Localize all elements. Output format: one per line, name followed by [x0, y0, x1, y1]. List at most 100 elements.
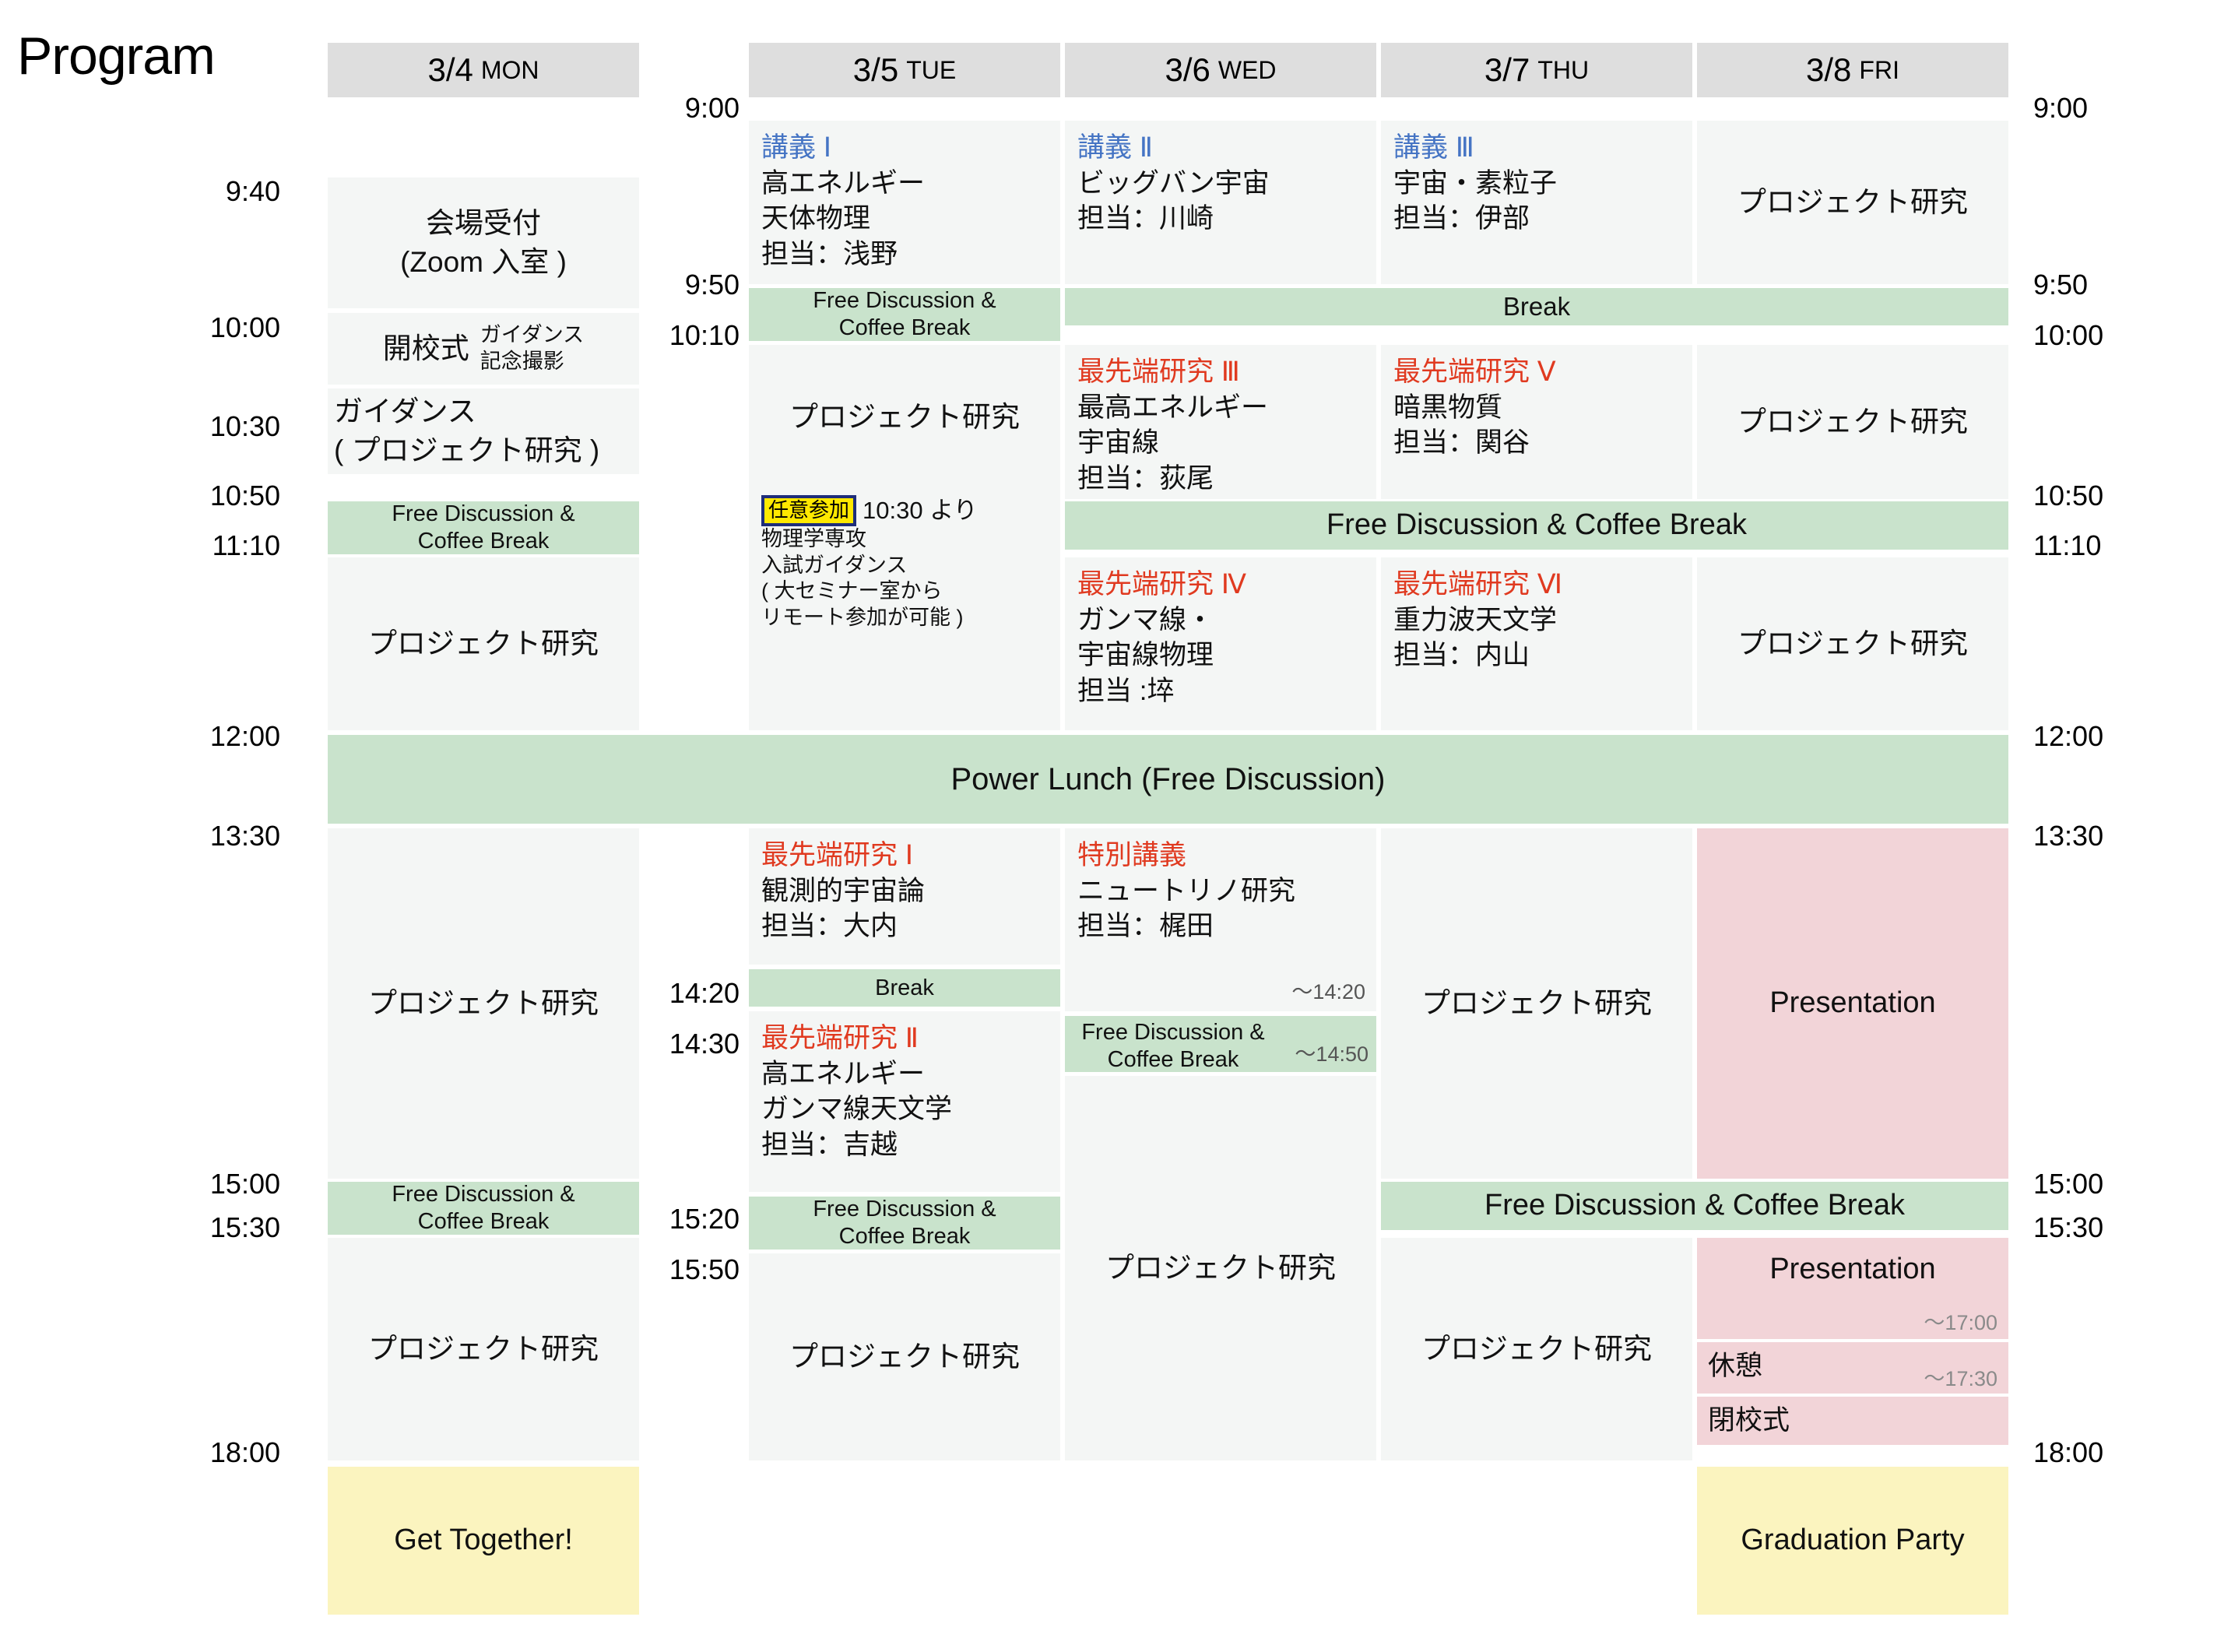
free-discussion-label: Free Discussion & Coffee Break	[1326, 508, 1747, 542]
schedule-cell-project-wed-pm[interactable]: プロジェクト研究	[1065, 1076, 1376, 1460]
break-label: Break	[1502, 292, 1571, 322]
schedule-cell-free-discussion-span-am[interactable]: Free Discussion & Coffee Break	[1065, 501, 2008, 550]
schedule-cell-project-tue-am[interactable]: プロジェクト研究 任意参加 10:30 より 物理学専攻 入試ガイダンス ( 大…	[749, 345, 1060, 730]
schedule-cell-project-fri-am3[interactable]: プロジェクト研究	[1697, 557, 2008, 730]
free-discussion-label: Free Discussion & Coffee Break	[1484, 1189, 1905, 1222]
schedule-cell-graduation-party[interactable]: Graduation Party	[1697, 1467, 2008, 1615]
project-label: プロジェクト研究	[789, 1341, 1020, 1373]
schedule-cell-project-fri-am2[interactable]: プロジェクト研究	[1697, 345, 2008, 499]
lecture-tag: 講義 Ⅱ	[1077, 132, 1153, 163]
project-label: プロジェクト研究	[368, 987, 599, 1020]
time-label-right: 9:50	[2033, 269, 2089, 301]
reception-line1: 会場受付	[426, 207, 541, 240]
advanced-tag: 最先端研究 Ⅴ	[1393, 357, 1556, 387]
schedule-cell-presentation-1[interactable]: Presentation	[1697, 828, 2008, 1179]
time-label-left: 12:00	[209, 720, 280, 752]
break-line1: Free Discussion &	[813, 288, 996, 314]
opening-label: 開校式	[382, 332, 469, 365]
time-label-right: 10:50	[2033, 480, 2104, 511]
day-weekday: WED	[1217, 55, 1277, 84]
schedule-cell-project-thu-pm1[interactable]: プロジェクト研究	[1381, 828, 1692, 1179]
project-label: プロジェクト研究	[1105, 1252, 1336, 1285]
schedule-cell-advanced-3[interactable]: 最先端研究 Ⅲ 最高エネルギー 宇宙線 担当：荻尾	[1065, 345, 1376, 499]
time-label-mid: 15:50	[669, 1253, 740, 1285]
schedule-cell-project-mon-pm1[interactable]: プロジェクト研究	[328, 828, 639, 1179]
day-weekday: FRI	[1859, 55, 1899, 84]
closing-label: 閉校式	[1708, 1405, 1790, 1436]
schedule-cell-lecture-2[interactable]: 講義 Ⅱ ビッグバン宇宙 担当：川崎	[1065, 121, 1376, 284]
project-label: プロジェクト研究	[368, 627, 599, 660]
schedule-cell-project-tue-pm[interactable]: プロジェクト研究	[749, 1253, 1060, 1460]
schedule-cell-project-thu-pm2[interactable]: プロジェクト研究	[1381, 1238, 1692, 1460]
get-together-label: Get Together!	[394, 1524, 573, 1557]
rest-end-time: 〜17:30	[1924, 1367, 1997, 1390]
break-label: Break	[875, 975, 934, 1000]
time-label-left: 10:30	[209, 410, 280, 442]
time-label-right: 10:00	[2033, 319, 2104, 351]
time-label-right: 15:00	[2033, 1168, 2104, 1200]
schedule-cell-project-mon-am[interactable]: プロジェクト研究	[328, 557, 639, 730]
project-label: プロジェクト研究	[1421, 1333, 1652, 1366]
time-label-mid: 14:30	[669, 1028, 740, 1060]
break-line1: Free Discussion &	[813, 1197, 996, 1222]
schedule-cell-special-lecture[interactable]: 特別講義 ニュートリノ研究 担当：梶田 〜14:20	[1065, 828, 1376, 1011]
lecture-line1: ビッグバン宇宙	[1077, 167, 1270, 199]
time-label-left: 18:00	[209, 1436, 280, 1468]
advanced-tag: 最先端研究 Ⅱ	[761, 1023, 919, 1053]
advanced-line2: 宇宙線物理	[1077, 640, 1214, 670]
schedule-cell-break-mon-pm[interactable]: Free Discussion & Coffee Break	[328, 1182, 639, 1235]
schedule-cell-power-lunch[interactable]: Power Lunch (Free Discussion)	[328, 735, 2008, 824]
presentation-label: Presentation	[1769, 986, 1936, 1020]
advanced-line1: ガンマ線・	[1077, 604, 1214, 635]
advanced-line2: ガンマ線天文学	[761, 1094, 953, 1124]
schedule-cell-break-tue-am[interactable]: Free Discussion & Coffee Break	[749, 288, 1060, 341]
schedule-cell-advanced-5[interactable]: 最先端研究 Ⅴ 暗黒物質 担当：関谷	[1381, 345, 1692, 499]
schedule-cell-closing-ceremony[interactable]: 閉校式	[1697, 1397, 2008, 1445]
schedule-cell-advanced-6[interactable]: 最先端研究 Ⅵ 重力波天文学 担当：内山	[1381, 557, 1692, 730]
schedule-cell-advanced-2[interactable]: 最先端研究 Ⅱ 高エネルギー ガンマ線天文学 担当：吉越	[749, 1011, 1060, 1192]
break-line2: Coffee Break	[838, 1224, 971, 1249]
graduation-party-label: Graduation Party	[1741, 1524, 1965, 1557]
day-header-thu: 3/7 THU	[1381, 43, 1692, 97]
schedule-cell-break-tue-pm2[interactable]: Free Discussion & Coffee Break	[749, 1197, 1060, 1250]
project-label: プロジェクト研究	[1737, 627, 1968, 660]
schedule-cell-free-discussion-span-pm[interactable]: Free Discussion & Coffee Break	[1381, 1182, 2008, 1230]
schedule-cell-advanced-4[interactable]: 最先端研究 Ⅳ ガンマ線・ 宇宙線物理 担当 :埣	[1065, 557, 1376, 730]
lecture-line2: 担当：川崎	[1077, 203, 1214, 234]
advanced-line1: 観測的宇宙論	[761, 875, 926, 906]
advanced-line1: 重力波天文学	[1393, 604, 1558, 635]
schedule-cell-lecture-1[interactable]: 講義 Ⅰ 高エネルギー 天体物理 担当：浅野	[749, 121, 1060, 284]
schedule-cell-get-together[interactable]: Get Together!	[328, 1467, 639, 1615]
schedule-cell-presentation-2[interactable]: Presentation 〜17:00	[1697, 1238, 2008, 1339]
schedule-cell-break-wed-pm[interactable]: Free Discussion & Coffee Break 〜14:50	[1065, 1016, 1376, 1072]
schedule-cell-break-tue-pm1[interactable]: Break	[749, 969, 1060, 1007]
schedule-cell-advanced-1[interactable]: 最先端研究 Ⅰ 観測的宇宙論 担当：大内	[749, 828, 1060, 965]
break-line2: Coffee Break	[417, 1209, 550, 1234]
day-date: 3/7	[1484, 51, 1530, 88]
lecture-tag: 講義 Ⅲ	[1393, 132, 1474, 163]
advanced-line1: 暗黒物質	[1393, 392, 1503, 423]
schedule-cell-rest[interactable]: 休憩 〜17:30	[1697, 1342, 2008, 1394]
time-label-left: 15:00	[209, 1168, 280, 1200]
schedule-cell-opening-ceremony[interactable]: 開校式 ガイダンス 記念撮影	[328, 313, 639, 385]
time-label-left: 11:10	[212, 529, 280, 561]
break-line1: Free Discussion &	[392, 1182, 575, 1207]
schedule-cell-break-morning-span[interactable]: Break	[1065, 288, 2008, 325]
optional-line3: ( 大セミナー室から	[761, 579, 943, 603]
break-line1: Free Discussion &	[392, 501, 575, 527]
time-label-left: 10:00	[209, 311, 280, 343]
special-lecture-end-time: 〜14:20	[1291, 980, 1365, 1004]
break-line2: Coffee Break	[417, 529, 550, 554]
optional-line1: 物理学専攻	[761, 526, 866, 550]
schedule-cell-project-fri-am1[interactable]: プロジェクト研究	[1697, 121, 2008, 284]
schedule-cell-project-mon-pm2[interactable]: プロジェクト研究	[328, 1238, 639, 1460]
schedule-cell-break-mon-am[interactable]: Free Discussion & Coffee Break	[328, 501, 639, 554]
schedule-cell-guidance[interactable]: ガイダンス ( プロジェクト研究 )	[328, 388, 639, 474]
day-weekday: THU	[1537, 55, 1590, 84]
advanced-line1: 高エネルギー	[761, 1058, 926, 1089]
project-label: プロジェクト研究	[1421, 987, 1652, 1020]
day-date: 3/8	[1806, 51, 1852, 88]
schedule-cell-reception[interactable]: 会場受付 (Zoom 入室 )	[328, 178, 639, 308]
schedule-cell-lecture-3[interactable]: 講義 Ⅲ 宇宙・素粒子 担当：伊部	[1381, 121, 1692, 284]
lecture-tag: 講義 Ⅰ	[761, 132, 832, 163]
